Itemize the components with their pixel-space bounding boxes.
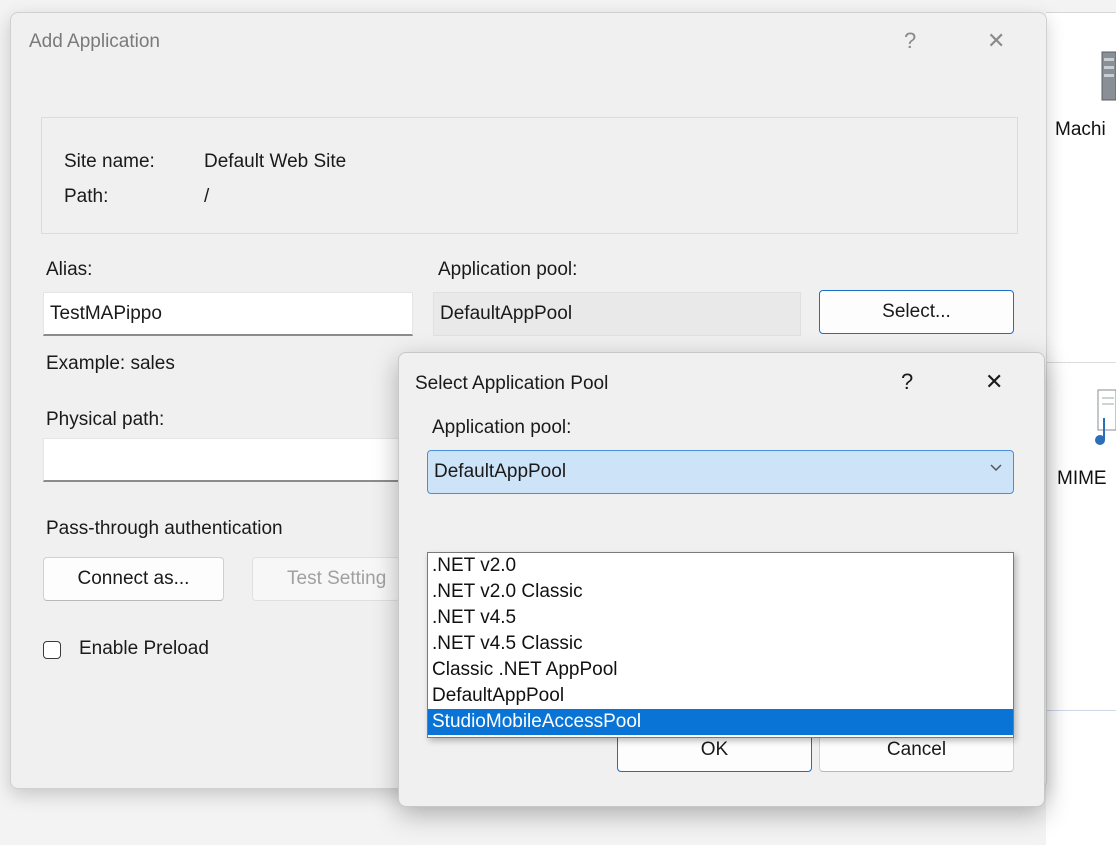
app-pool-field: DefaultAppPool <box>433 292 801 336</box>
path-label: Path: <box>64 186 109 207</box>
chevron-down-icon <box>989 460 1003 479</box>
app-pool-options-list[interactable]: .NET v2.0 .NET v2.0 Classic .NET v4.5 .N… <box>427 552 1014 738</box>
machine-key-icon[interactable] <box>1100 50 1116 102</box>
connect-as-button[interactable]: Connect as... <box>43 557 224 601</box>
list-item[interactable]: DefaultAppPool <box>428 683 1013 709</box>
app-pool-label: Application pool: <box>438 259 578 280</box>
site-info-box: Site name: Default Web Site Path: / <box>41 117 1018 234</box>
site-name-label: Site name: <box>64 151 155 172</box>
alias-example-text: Example: sales <box>46 353 175 374</box>
app-pool-label: Application pool: <box>432 417 572 438</box>
background-divider <box>1046 12 1116 13</box>
select-application-pool-dialog: Select Application Pool ? ✕ Application … <box>398 352 1045 807</box>
app-pool-dropdown[interactable]: DefaultAppPool <box>427 450 1014 494</box>
close-button[interactable]: ✕ <box>985 369 1003 395</box>
background-icon-label[interactable]: MIME <box>1057 468 1107 490</box>
dialog-title: Add Application <box>29 31 160 52</box>
background-divider <box>1046 710 1116 711</box>
physical-path-label: Physical path: <box>46 409 165 430</box>
list-item[interactable]: StudioMobileAccessPool <box>428 709 1013 735</box>
path-value: / <box>204 186 210 207</box>
list-item[interactable]: .NET v4.5 Classic <box>428 631 1013 657</box>
site-name-value: Default Web Site <box>204 151 347 172</box>
physical-path-input[interactable] <box>43 438 413 482</box>
dialog-title: Select Application Pool <box>415 373 609 394</box>
enable-preload-checkbox[interactable] <box>43 641 61 659</box>
mime-types-icon[interactable] <box>1092 388 1116 448</box>
background-icon-label[interactable]: Machi <box>1055 119 1106 141</box>
app-pool-dropdown-value: DefaultAppPool <box>434 461 567 482</box>
window-edge-mark: ⋮ <box>6 142 20 162</box>
help-button[interactable]: ? <box>901 369 913 395</box>
enable-preload-label: Enable Preload <box>79 638 209 659</box>
list-item[interactable]: .NET v4.5 <box>428 605 1013 631</box>
alias-label: Alias: <box>46 259 93 280</box>
close-button[interactable]: ✕ <box>987 28 1005 54</box>
pass-through-auth-label: Pass-through authentication <box>46 518 283 539</box>
select-button[interactable]: Select... <box>819 290 1014 334</box>
test-settings-button[interactable]: Test Setting <box>252 557 400 601</box>
list-item[interactable]: .NET v2.0 <box>428 553 1013 579</box>
alias-input[interactable]: TestMAPippo <box>43 292 413 336</box>
list-item[interactable]: Classic .NET AppPool <box>428 657 1013 683</box>
background-divider <box>1046 362 1116 363</box>
list-item[interactable]: .NET v2.0 Classic <box>428 579 1013 605</box>
help-button[interactable]: ? <box>904 28 916 54</box>
